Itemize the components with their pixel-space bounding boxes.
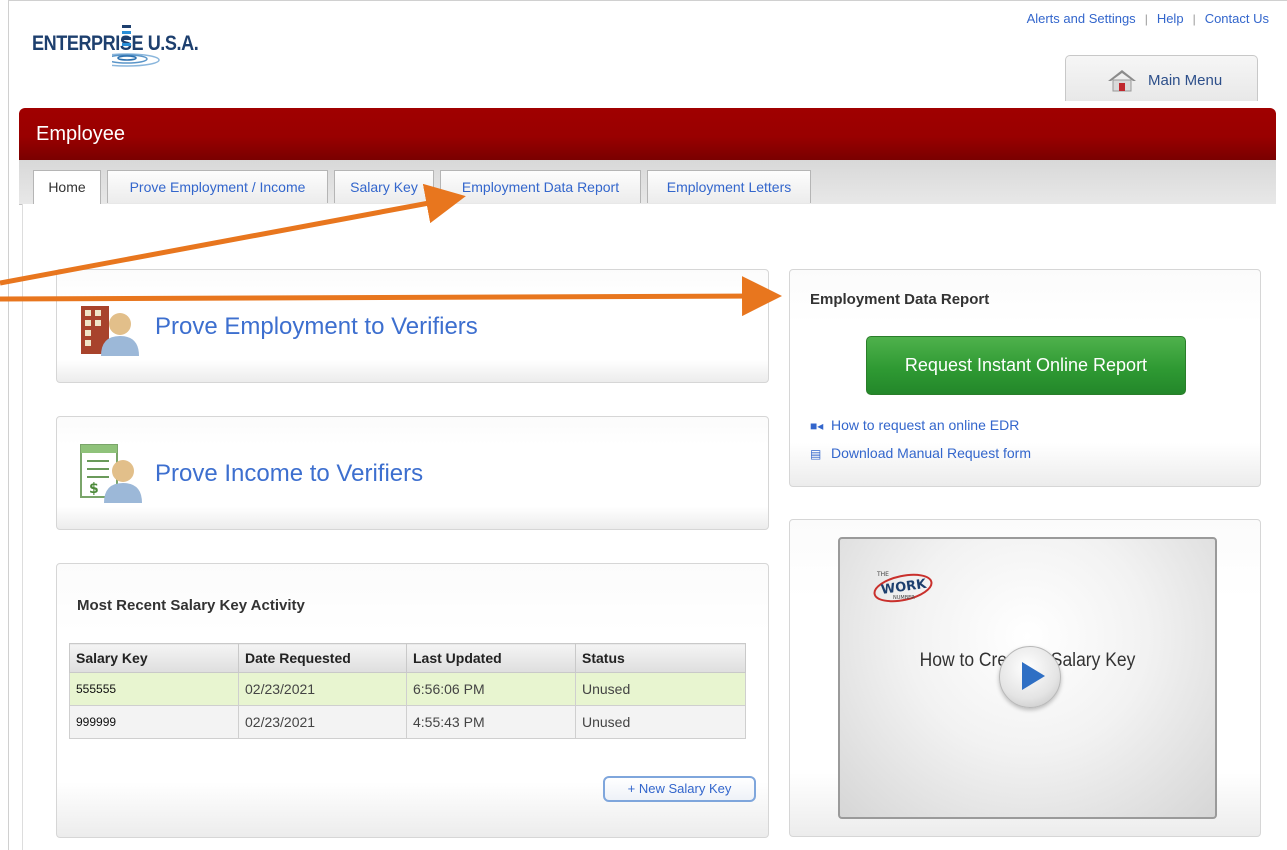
status-cell: Unused (575, 705, 746, 739)
main-menu-button[interactable]: Main Menu (1065, 55, 1258, 101)
section-header: Employee (19, 108, 1276, 160)
download-manual-form-link[interactable]: ▤ Download Manual Request form (810, 445, 1031, 461)
the-work-number-logo: THE WORK NUMBER (873, 571, 933, 603)
column-header[interactable]: Last Updated (406, 643, 576, 673)
play-button[interactable] (999, 646, 1061, 708)
salary-key-cell: 999999 (69, 705, 239, 739)
svg-text:THE: THE (876, 571, 889, 578)
form-icon: ▤ (810, 447, 822, 461)
table-row[interactable]: 555555 02/23/2021 6:56:06 PM Unused (69, 672, 746, 706)
video-player[interactable]: THE WORK NUMBER How to Create a Salary K… (838, 537, 1217, 819)
income-document-icon: $ (80, 444, 142, 503)
tab-home[interactable]: Home (33, 170, 101, 205)
prove-employment-link[interactable]: Prove Employment to Verifiers (155, 313, 478, 341)
table-header-row: Salary Key Date Requested Last Updated S… (69, 643, 746, 673)
tab-employment-data-report[interactable]: Employment Data Report (440, 170, 641, 203)
status-cell: Unused (575, 672, 746, 706)
how-to-request-edr-link[interactable]: ■◂ How to request an online EDR (810, 417, 1019, 433)
svg-text:NUMBER: NUMBER (893, 595, 915, 601)
page-title: Employee (36, 123, 125, 145)
request-instant-report-button[interactable]: Request Instant Online Report (866, 336, 1186, 395)
column-header[interactable]: Salary Key (69, 643, 239, 673)
window-top-border (8, 0, 1287, 1)
link-label: How to request an online EDR (831, 417, 1020, 433)
link-label: Download Manual Request form (831, 445, 1031, 461)
home-icon (1108, 70, 1136, 92)
salary-key-cell: 555555 (69, 672, 239, 706)
employer-building-icon (81, 306, 139, 356)
main-menu-label: Main Menu (1148, 72, 1223, 89)
tab-prove-employment-income[interactable]: Prove Employment / Income (107, 170, 328, 203)
new-salary-key-button[interactable]: + New Salary Key (603, 776, 756, 802)
separator: | (1144, 12, 1148, 26)
tab-employment-letters[interactable]: Employment Letters (647, 170, 811, 203)
video-camera-icon: ■◂ (810, 419, 824, 433)
separator: | (1192, 12, 1196, 26)
salary-key-table: Salary Key Date Requested Last Updated S… (69, 643, 746, 739)
svg-text:$: $ (89, 481, 99, 497)
table-row[interactable]: 999999 02/23/2021 4:55:43 PM Unused (69, 705, 746, 739)
edr-title: Employment Data Report (810, 291, 990, 308)
top-links: Alerts and Settings | Help | Contact Us (1027, 11, 1269, 26)
enterprise-logo[interactable]: ENTERPRISE U.S.A. (32, 22, 252, 74)
date-requested-cell: 02/23/2021 (238, 672, 407, 706)
play-icon (1022, 662, 1045, 690)
window-left-border (8, 0, 9, 850)
last-updated-cell: 4:55:43 PM (406, 705, 576, 739)
last-updated-cell: 6:56:06 PM (406, 672, 576, 706)
tab-salary-key[interactable]: Salary Key (334, 170, 434, 203)
help-link[interactable]: Help (1157, 11, 1184, 26)
alerts-settings-link[interactable]: Alerts and Settings (1027, 11, 1136, 26)
salary-key-activity-title: Most Recent Salary Key Activity (77, 597, 305, 614)
logo-drop-icon (112, 25, 160, 67)
column-header[interactable]: Date Requested (238, 643, 407, 673)
contact-us-link[interactable]: Contact Us (1205, 11, 1269, 26)
prove-income-panel[interactable]: $ Prove Income to Verifiers (56, 416, 769, 530)
prove-income-link[interactable]: Prove Income to Verifiers (155, 460, 423, 488)
prove-employment-panel[interactable]: Prove Employment to Verifiers (56, 269, 769, 383)
date-requested-cell: 02/23/2021 (238, 705, 407, 739)
column-header[interactable]: Status (575, 643, 746, 673)
